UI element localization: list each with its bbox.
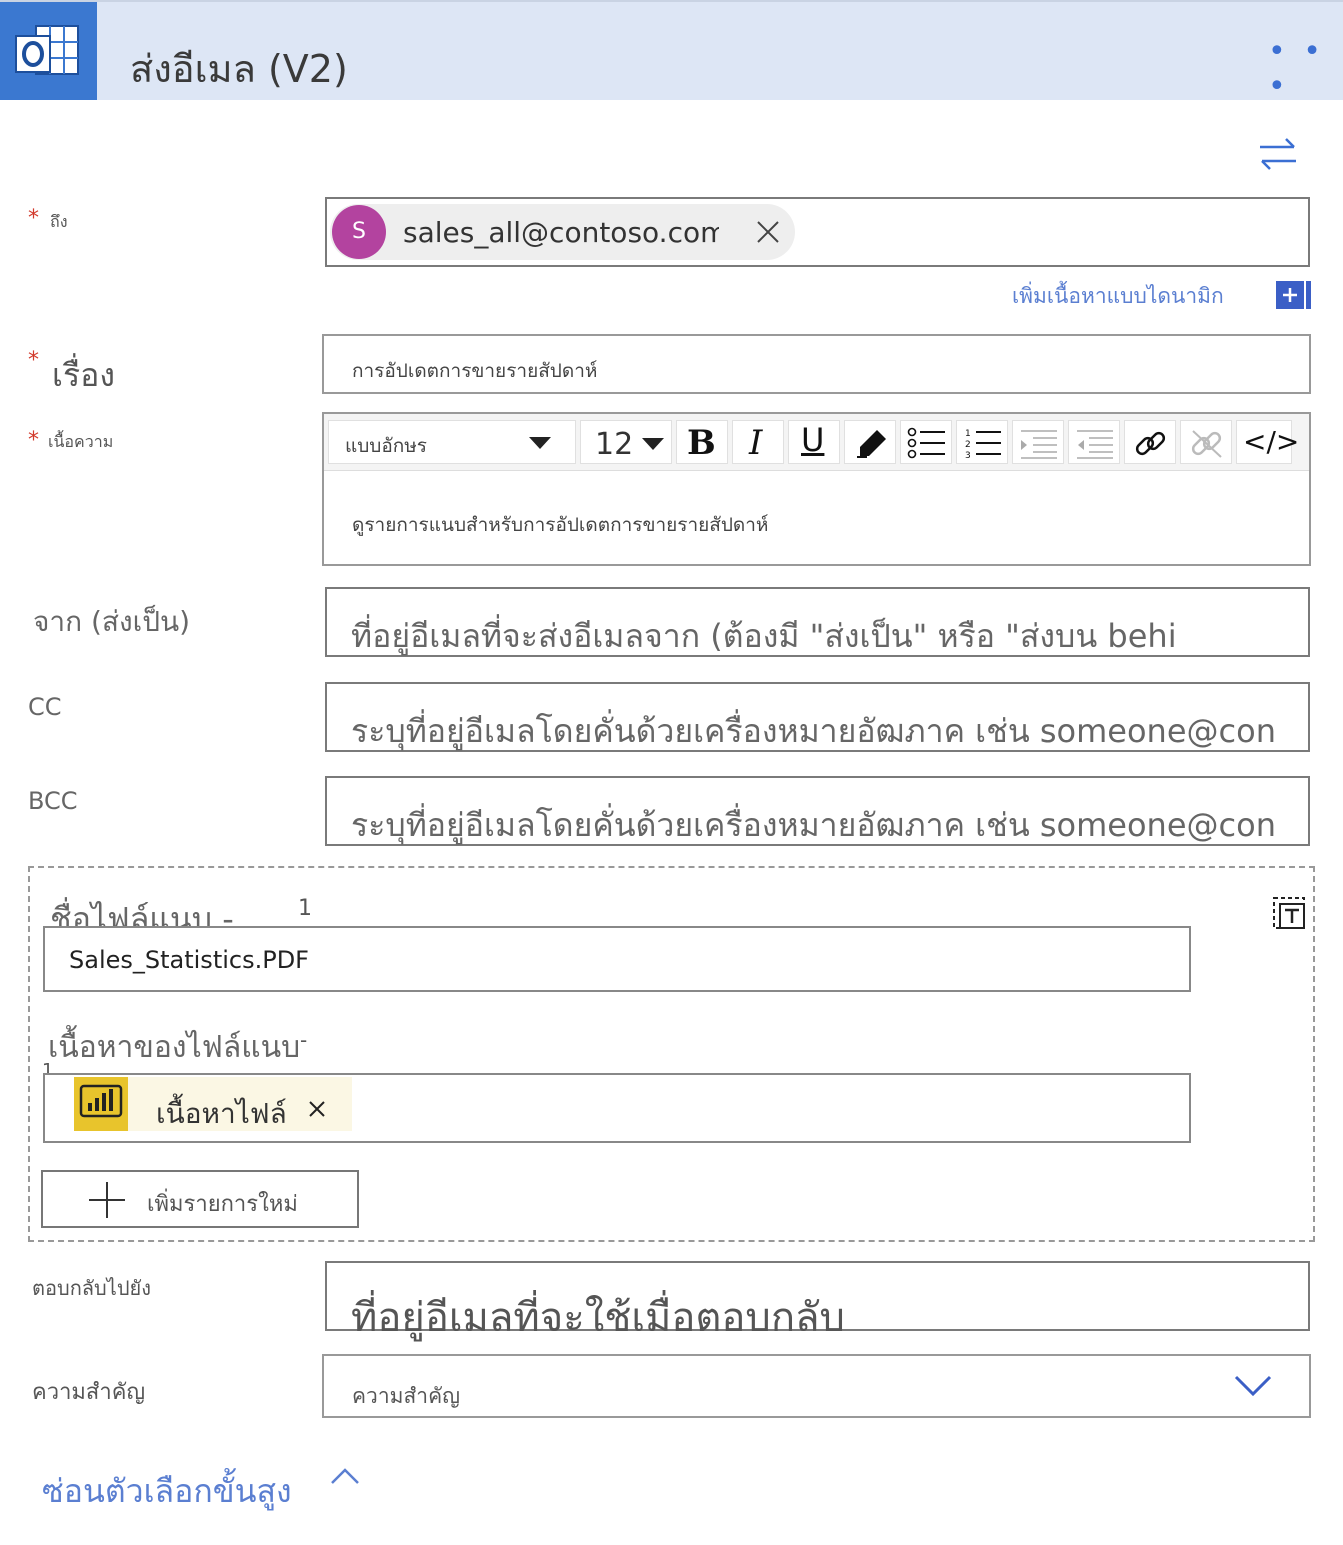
token-label: เนื้อหาไฟล์ <box>156 1097 287 1130</box>
chevron-down-icon <box>529 437 551 449</box>
from-label: จาก (ส่งเป็น) <box>33 605 191 638</box>
outlook-icon <box>15 25 79 75</box>
bold-icon: B <box>687 423 716 463</box>
subject-input[interactable]: การอัปเดตการขายรายสัปดาห์ <box>322 334 1311 394</box>
font-size-value: 12 <box>595 427 634 462</box>
body-label: เนื้อความ <box>48 432 114 451</box>
underline-button[interactable]: U <box>788 420 840 464</box>
increase-indent-button[interactable] <box>1012 420 1064 464</box>
remove-token-icon[interactable] <box>306 1098 328 1120</box>
attachment-name-value: Sales_Statistics.PDF <box>69 946 309 974</box>
chevron-down-icon <box>1234 1375 1272 1397</box>
reply-to-label: ตอบกลับไปยัง <box>32 1276 151 1300</box>
importance-label: ความสำคัญ <box>32 1380 146 1405</box>
chevron-down-icon <box>642 438 664 450</box>
code-view-button[interactable]: </> <box>1236 420 1299 464</box>
plus-icon <box>89 1182 125 1218</box>
cc-placeholder: ระบุที่อยู่อีเมลโดยคั่นด้วยเครื่องหมายอั… <box>351 712 1276 750</box>
from-placeholder: ที่อยู่อีเมลที่จะส่งอีเมลจาก (ต้องมี "ส่… <box>351 617 1177 655</box>
add-new-item-label: เพิ่มรายการใหม่ <box>147 1192 298 1217</box>
cc-label: CC <box>28 693 62 721</box>
font-family-select[interactable]: แบบอักษร <box>328 420 576 464</box>
remove-recipient-icon[interactable] <box>754 218 782 246</box>
highlighter-icon <box>857 430 886 458</box>
swap-icon[interactable] <box>1258 136 1298 172</box>
required-marker: * <box>28 348 39 373</box>
attachment-name-index: 1 <box>298 896 312 921</box>
subject-label: เรื่อง <box>52 356 115 394</box>
add-new-item-button[interactable]: เพิ่มรายการใหม่ <box>41 1170 359 1228</box>
link-icon <box>1135 431 1166 456</box>
bcc-input[interactable]: ระบุที่อยู่อีเมลโดยคั่นด้วยเครื่องหมายอั… <box>325 776 1310 846</box>
powerbi-icon <box>74 1077 128 1131</box>
from-input[interactable]: ที่อยู่อีเมลที่จะส่งอีเมลจาก (ต้องมี "ส่… <box>325 587 1310 657</box>
recipient-email: sales_all@contoso.com <box>403 216 719 249</box>
attachment-name-input[interactable]: Sales_Statistics.PDF <box>43 926 1191 992</box>
add-dynamic-content-link[interactable]: เพิ่มเนื้อหาแบบไดนามิก <box>1012 280 1224 313</box>
attachment-content-label: เนื้อหาของไฟล์แนบ <box>48 1030 301 1065</box>
hide-advanced-options-link[interactable]: ซ่อนตัวเลือกขั้นสูง <box>42 1466 292 1517</box>
numbered-list-button[interactable]: 123 <box>956 420 1008 464</box>
add-dynamic-content-icon[interactable] <box>1276 281 1312 309</box>
action-title: ส่งอีเมล (V2) <box>130 47 348 91</box>
reply-to-placeholder: ที่อยู่อีเมลที่จะใช้เมื่อตอบกลับ <box>351 1295 845 1341</box>
code-icon: </> <box>1243 425 1300 458</box>
svg-text:2: 2 <box>965 440 971 450</box>
svg-text:3: 3 <box>965 451 971 459</box>
italic-button[interactable]: I <box>732 420 784 464</box>
avatar: S <box>332 205 386 259</box>
bold-button[interactable]: B <box>676 420 728 464</box>
underline-icon: U <box>801 421 825 459</box>
italic-icon: I <box>749 423 763 463</box>
insert-link-button[interactable] <box>1124 420 1176 464</box>
importance-select[interactable]: ความสำคัญ <box>322 1354 1311 1418</box>
attachment-content-dash: - <box>300 1028 308 1052</box>
outlook-logo <box>0 2 97 100</box>
required-marker: * <box>28 428 39 453</box>
body-text: ดูรายการแนบสำหรับการอัปเดตการขายรายสัปดา… <box>352 514 769 536</box>
reply-to-input[interactable]: ที่อยู่อีเมลที่จะใช้เมื่อตอบกลับ <box>325 1261 1310 1341</box>
bcc-label: BCC <box>28 787 78 815</box>
decrease-indent-button[interactable] <box>1068 420 1120 464</box>
bcc-placeholder: ระบุที่อยู่อีเมลโดยคั่นด้วยเครื่องหมายอั… <box>351 806 1276 844</box>
to-label: ถึง <box>50 212 68 231</box>
unlink-icon <box>1191 430 1222 458</box>
font-family-value: แบบอักษร <box>345 435 428 457</box>
highlight-button[interactable] <box>844 420 896 464</box>
chevron-up-icon[interactable] <box>330 1466 360 1486</box>
bullet-list-icon <box>907 427 945 459</box>
subject-value: การอัปเดตการขายรายสัปดาห์ <box>352 360 598 382</box>
indent-increase-icon <box>1021 430 1057 459</box>
required-marker: * <box>28 206 39 231</box>
svg-text:1: 1 <box>965 429 971 439</box>
font-size-select[interactable]: 12 <box>580 420 672 464</box>
switch-to-text-mode-icon[interactable] <box>1270 892 1310 932</box>
importance-value: ความสำคัญ <box>352 1384 461 1408</box>
cc-input[interactable]: ระบุที่อยู่อีเมลโดยคั่นด้วยเครื่องหมายอั… <box>325 682 1310 752</box>
remove-link-button[interactable] <box>1180 420 1232 464</box>
indent-decrease-icon <box>1077 430 1113 459</box>
numbered-list-icon: 123 <box>965 429 1001 459</box>
more-options-icon[interactable]: • • • <box>1268 34 1343 104</box>
bullet-list-button[interactable] <box>900 420 952 464</box>
